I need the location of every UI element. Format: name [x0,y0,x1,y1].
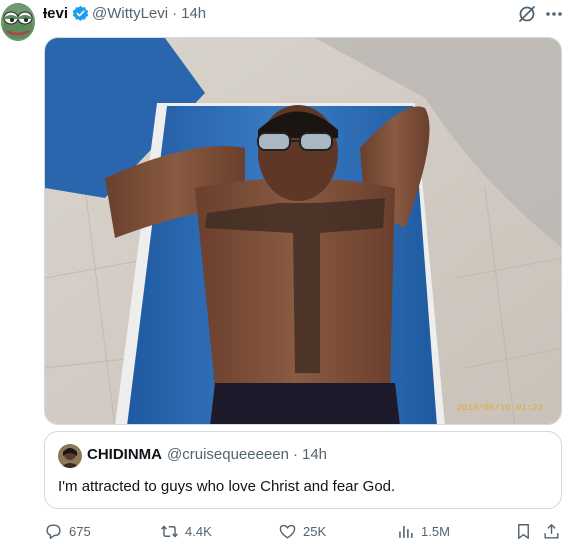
quote-separator-dot: · [292,446,298,463]
bookmark-icon [518,523,529,539]
quote-avatar-icon [58,444,82,468]
tweet-header: Ɨevi @WittyLevi · 14h [43,3,206,23]
quote-author-name: CHIDINMA [87,446,162,463]
separator-dot: · [172,4,178,22]
tweet-photo: 2019/09/10 01:23 [45,38,561,424]
views-icon [399,525,413,538]
tweet-timestamp[interactable]: 14h [181,5,206,22]
quote-header: CHIDINMA @cruisequeeeeen · 14h [87,446,327,463]
more-icon[interactable] [543,4,565,24]
author-name[interactable]: Ɨevi [43,5,68,22]
quote-author-avatar[interactable] [58,444,82,468]
author-handle[interactable]: @WittyLevi [92,5,168,22]
view-count: 1.5M [421,523,450,539]
reply-button[interactable]: 675 [44,518,91,544]
quote-timestamp: 14h [301,446,328,463]
author-avatar[interactable] [1,3,35,41]
repost-icon [161,525,178,537]
frog-avatar-icon [1,3,35,41]
repost-button[interactable]: 4.4K [160,518,212,544]
photo-watermark: 2019/09/10 01:23 [457,403,543,413]
share-icon [544,523,559,539]
verified-badge-icon [72,5,89,21]
repost-count: 4.4K [185,523,212,539]
like-button[interactable]: 25K [278,518,326,544]
views-button[interactable]: 1.5M [396,518,450,544]
reply-count: 675 [69,523,91,539]
like-count: 25K [303,523,327,539]
grok-icon[interactable] [517,4,537,24]
quote-text: I'm attracted to guys who love Christ an… [58,478,396,495]
tweet: Ɨevi @WittyLevi · 14h 2019/09/10 01:23 C… [0,0,583,559]
reply-icon [46,523,61,539]
quoted-tweet[interactable]: CHIDINMA @cruisequeeeeen · 14h I'm attra… [44,431,562,509]
tweet-image[interactable]: 2019/09/10 01:23 [44,37,562,425]
bookmark-button[interactable] [514,518,533,544]
share-button[interactable] [542,518,561,544]
quote-author-handle: @cruisequeeeeen [167,446,289,463]
like-icon [279,524,296,539]
action-bar: 675 4.4K 25K 1.5M [44,518,564,544]
